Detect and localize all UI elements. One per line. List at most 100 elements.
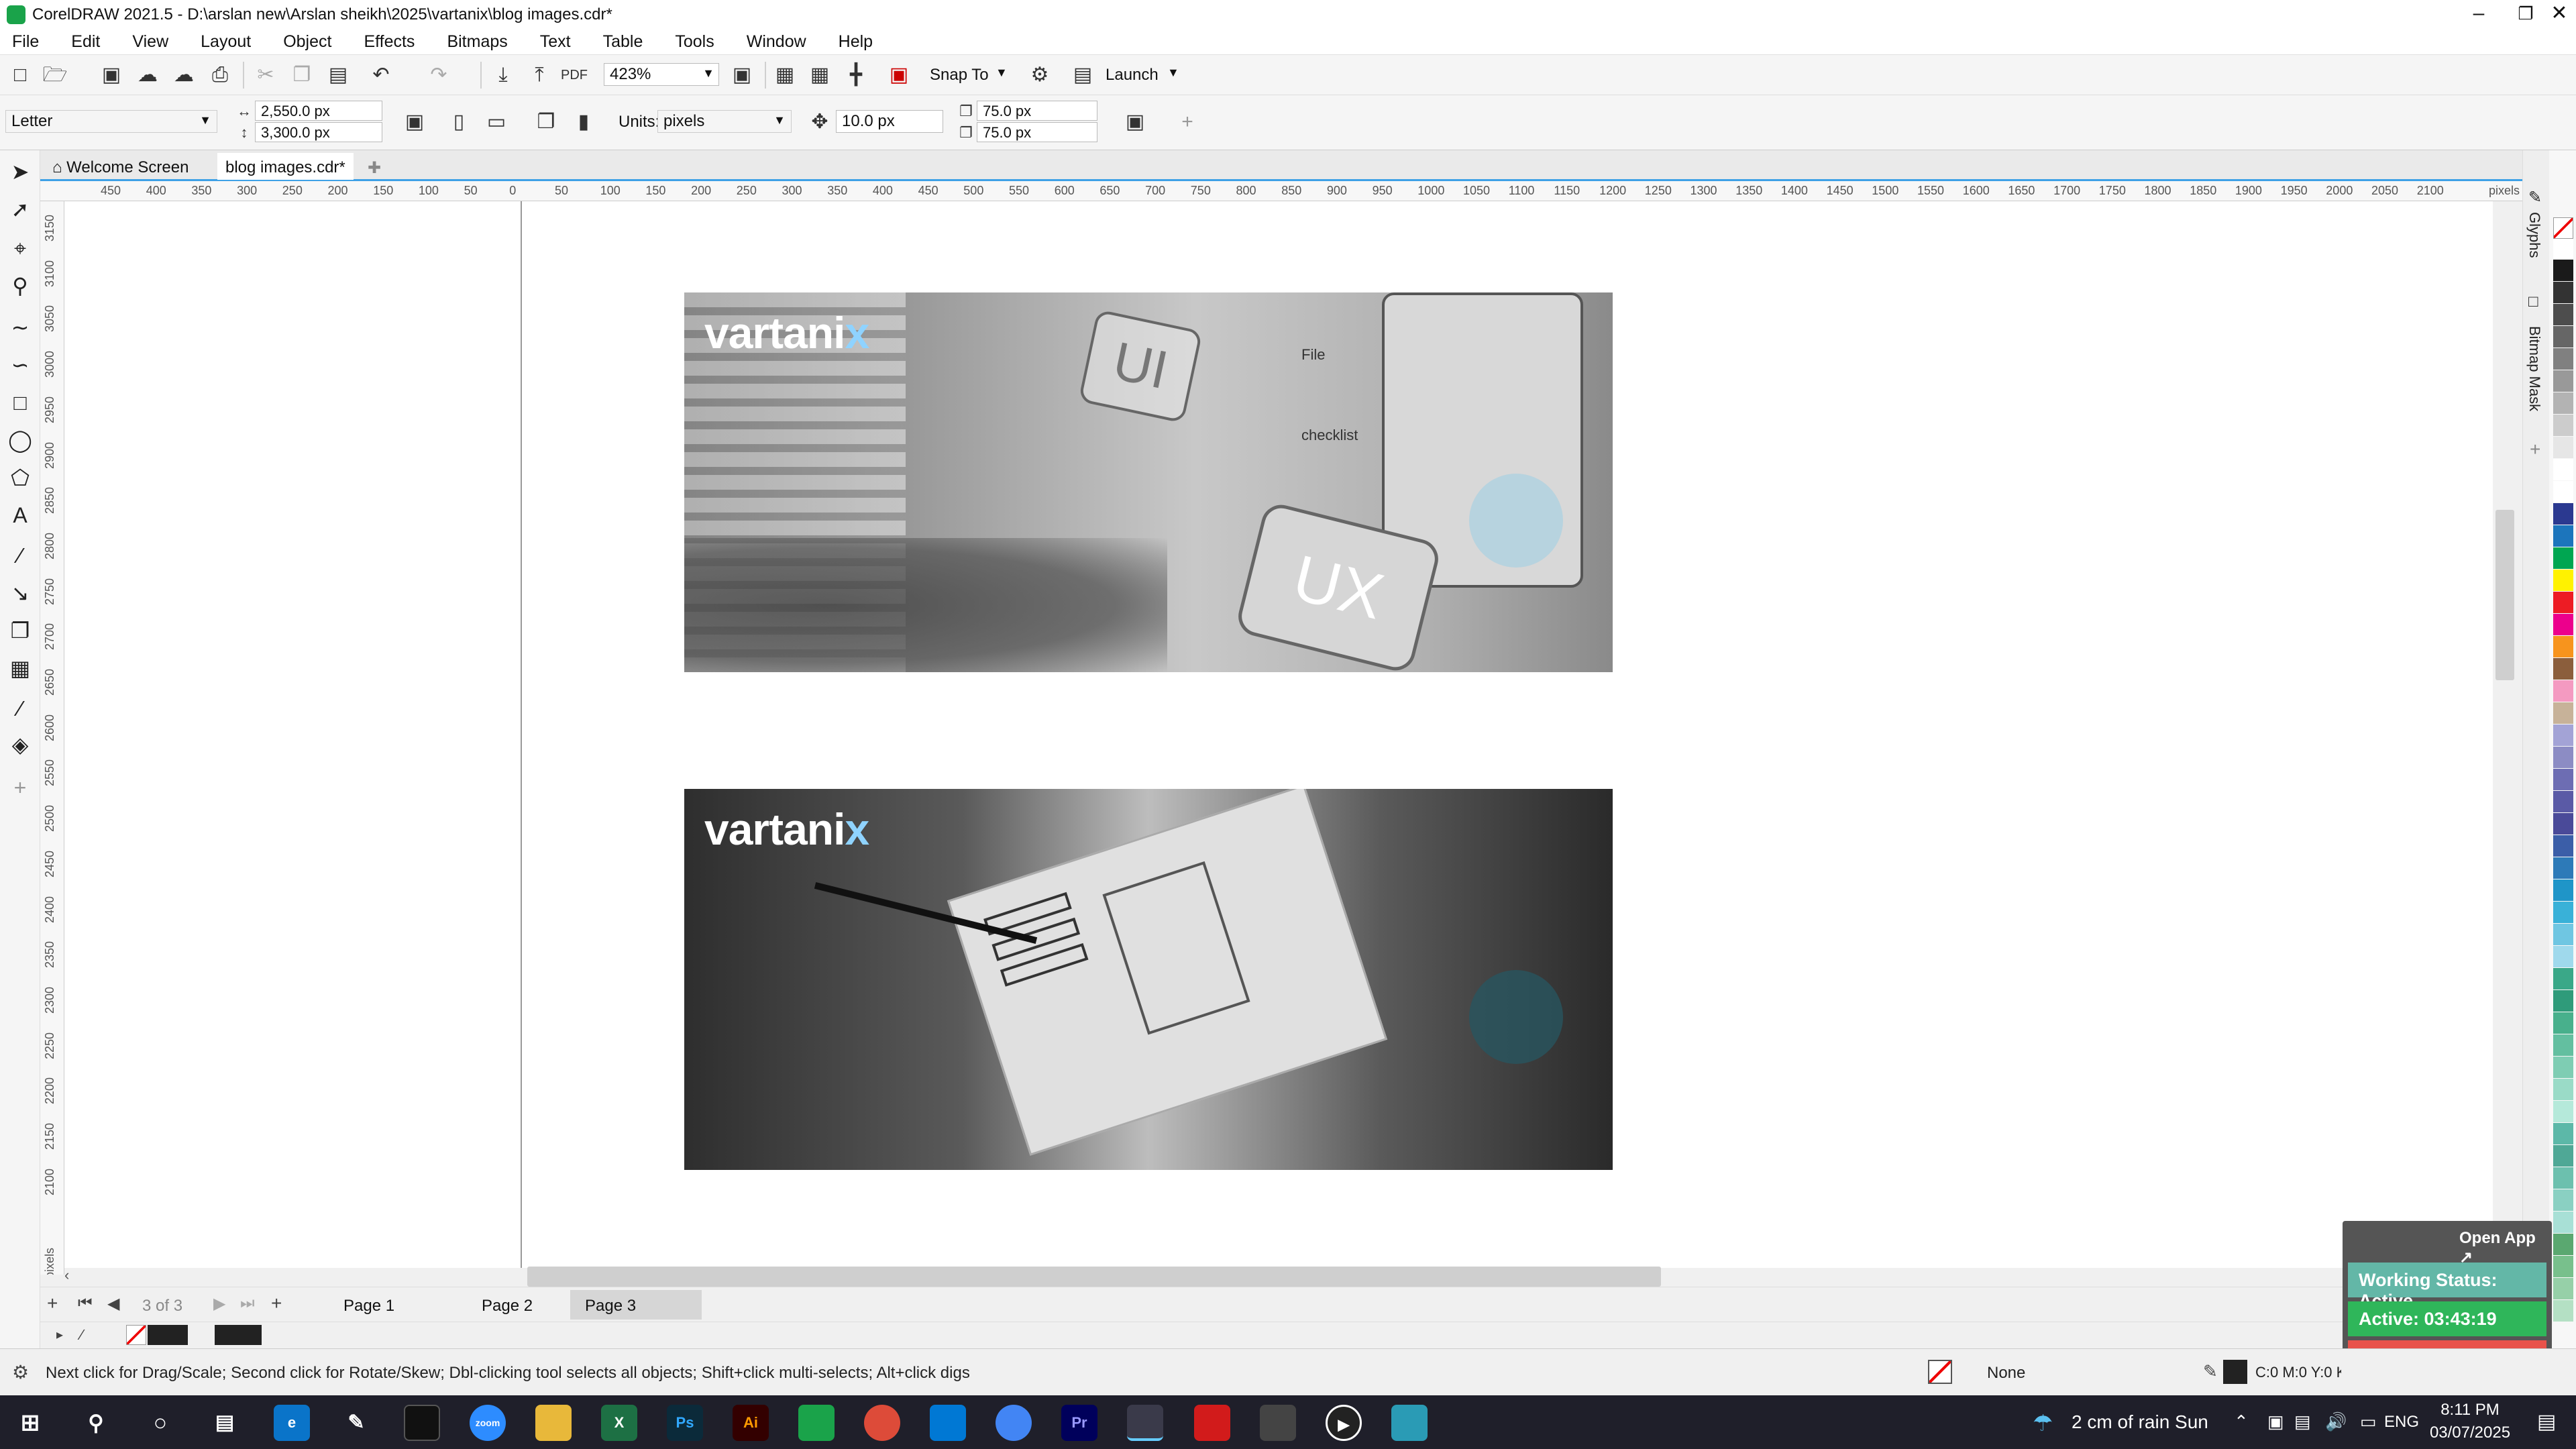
cortana-icon[interactable]: ○ — [142, 1405, 178, 1441]
horizontal-ruler[interactable]: 450 400 350 300 250 200 150 100 50 0 50 100 150 200 25… — [40, 181, 2522, 201]
last-page-icon[interactable]: ⏭ — [240, 1294, 255, 1313]
vertical-ruler[interactable]: 3150 3100 3050 3000 2950 2900 2850 2800 2750 2700… — [40, 201, 64, 1275]
volume-icon[interactable]: 🔊 — [2325, 1411, 2347, 1432]
tray-app-icon[interactable]: ▣ — [2267, 1411, 2284, 1432]
media-player-icon[interactable]: ▶ — [1326, 1405, 1362, 1441]
drop-shadow-icon[interactable]: ❐ — [7, 617, 34, 644]
palette-swatch[interactable] — [2553, 459, 2573, 480]
palette-swatch[interactable] — [2553, 1145, 2573, 1167]
copy-icon[interactable]: ❐ — [288, 62, 315, 89]
polygon-tool-icon[interactable]: ⬠ — [7, 464, 34, 491]
menu-effects[interactable]: Effects — [364, 32, 415, 52]
tab-welcome-screen[interactable]: ⌂ Welcome Screen — [44, 153, 197, 180]
snap-icon[interactable]: ▣ — [885, 62, 912, 89]
save-icon[interactable]: ▣ — [98, 62, 125, 89]
vscode-icon[interactable] — [930, 1405, 966, 1441]
paste-icon[interactable]: ▤ — [325, 62, 352, 89]
no-color-swatch[interactable] — [126, 1325, 146, 1345]
windows-start-icon[interactable]: ⊞ — [12, 1405, 48, 1441]
page-width-field[interactable]: 2,550.0 px — [255, 101, 382, 121]
palette-swatch[interactable] — [2553, 946, 2573, 967]
tray-chevron-icon[interactable]: ⌃ — [2234, 1411, 2249, 1432]
cloud-upload-icon[interactable]: ☁ — [134, 62, 161, 89]
palette-swatch[interactable] — [2553, 326, 2573, 347]
page-tab-3[interactable]: Page 3 — [570, 1290, 702, 1320]
palette-swatch[interactable] — [2553, 304, 2573, 325]
expand-icon[interactable]: ▸ — [56, 1326, 63, 1343]
menu-layout[interactable]: Layout — [201, 32, 251, 52]
palette-swatch[interactable] — [2553, 1101, 2573, 1122]
grid-icon[interactable]: ▦ — [806, 62, 833, 89]
launch-icon[interactable]: ▤ — [1069, 62, 1096, 89]
new-document-icon[interactable]: □ — [7, 62, 34, 89]
palette-swatch[interactable] — [2553, 702, 2573, 724]
palette-swatch[interactable] — [2553, 503, 2573, 525]
duplicate-x-field[interactable]: 75.0 px — [977, 101, 1097, 121]
landscape-icon[interactable]: ▭ — [483, 109, 510, 136]
publish-pdf-icon[interactable]: PDF — [561, 62, 588, 89]
palette-swatch[interactable] — [2553, 968, 2573, 989]
palette-swatch[interactable] — [2553, 724, 2573, 746]
palette-swatch[interactable] — [2553, 1167, 2573, 1189]
ellipse-tool-icon[interactable]: ◯ — [7, 427, 34, 453]
palette-swatch[interactable] — [2553, 902, 2573, 923]
page-height-field[interactable]: 3,300.0 px — [255, 122, 382, 142]
zoom-tool-icon[interactable]: ⚲ — [7, 272, 34, 299]
palette-swatch[interactable] — [2553, 1012, 2573, 1034]
clock-time[interactable]: 8:11 PM — [2423, 1401, 2517, 1419]
blog-image-wireframe-sketch[interactable]: vartanix — [684, 789, 1613, 1170]
add-icon[interactable]: + — [1174, 109, 1201, 136]
clock-date[interactable]: 03/07/2025 — [2423, 1424, 2517, 1442]
palette-swatch[interactable] — [2553, 1123, 2573, 1144]
settings-gear-icon[interactable]: ⚙ — [12, 1361, 29, 1383]
menu-help[interactable]: Help — [839, 32, 873, 52]
guidelines-icon[interactable]: ╋ — [843, 62, 869, 89]
illustrator-icon[interactable]: Ai — [733, 1405, 769, 1441]
freehand-tool-icon[interactable]: ∼ — [7, 314, 34, 341]
blog-image-ui-ux[interactable]: UI UX checklist File vartanix — [684, 292, 1613, 672]
transparency-tool-icon[interactable]: ▦ — [7, 655, 34, 682]
current-page-icon[interactable]: ❐ — [533, 109, 559, 136]
parallel-dimension-icon[interactable]: ∕ — [7, 542, 34, 569]
nudge-distance-field[interactable]: 10.0 px — [836, 110, 943, 133]
palette-swatch[interactable] — [2553, 1212, 2573, 1233]
chevron-down-icon[interactable]: ▼ — [702, 66, 714, 80]
palette-swatch[interactable] — [2553, 1189, 2573, 1211]
page-tab-2[interactable]: Page 2 — [467, 1290, 547, 1320]
vertical-scrollbar[interactable] — [2496, 510, 2514, 680]
palette-swatch[interactable] — [2553, 392, 2573, 414]
palette-swatch[interactable] — [2553, 614, 2573, 635]
add-page-icon[interactable]: + — [47, 1293, 58, 1314]
palette-swatch[interactable] — [2553, 570, 2573, 591]
text-tool-icon[interactable]: A — [7, 502, 34, 529]
export-icon[interactable]: ⤒ — [526, 62, 553, 89]
palette-swatch[interactable] — [2553, 747, 2573, 768]
palette-swatch[interactable] — [2553, 1256, 2573, 1277]
shape-tool-icon[interactable]: ➚ — [7, 196, 34, 223]
eyedropper-icon[interactable]: ∕ — [7, 695, 34, 722]
acrobat-icon[interactable] — [1194, 1405, 1230, 1441]
docker-tab-bitmap-mask[interactable]: Bitmap Mask — [2526, 326, 2543, 411]
language-indicator[interactable]: ENG — [2384, 1413, 2419, 1432]
snap-to-dropdown[interactable]: Snap To — [930, 66, 989, 85]
eyedropper-icon[interactable]: ∕ — [80, 1326, 83, 1344]
premiere-icon[interactable]: Pr — [1061, 1405, 1097, 1441]
undo-icon[interactable]: ↶ — [368, 62, 394, 89]
fill-indicator-icon[interactable] — [1928, 1360, 1952, 1384]
first-page-icon[interactable]: ⏮ — [78, 1294, 93, 1313]
scroll-left-icon[interactable]: ‹ — [64, 1267, 69, 1284]
menu-window[interactable]: Window — [747, 32, 806, 52]
crop-tool-icon[interactable]: ⌖ — [7, 235, 34, 262]
artistic-media-icon[interactable]: ∽ — [7, 352, 34, 378]
black-swatch[interactable] — [148, 1325, 188, 1345]
horizontal-scrollbar[interactable] — [527, 1267, 1661, 1287]
palette-swatch[interactable] — [2553, 1057, 2573, 1078]
network-icon[interactable]: ▤ — [2294, 1411, 2311, 1432]
vpn-app-icon[interactable] — [1391, 1405, 1428, 1441]
palette-swatch[interactable] — [2553, 260, 2573, 281]
palette-swatch[interactable] — [2553, 990, 2573, 1012]
zoom-level-field[interactable]: 423% ▼ — [604, 63, 719, 86]
weather-umbrella-icon[interactable]: ☂ — [2033, 1410, 2053, 1437]
palette-swatch[interactable] — [2553, 547, 2573, 569]
palette-swatch[interactable] — [2553, 525, 2573, 547]
